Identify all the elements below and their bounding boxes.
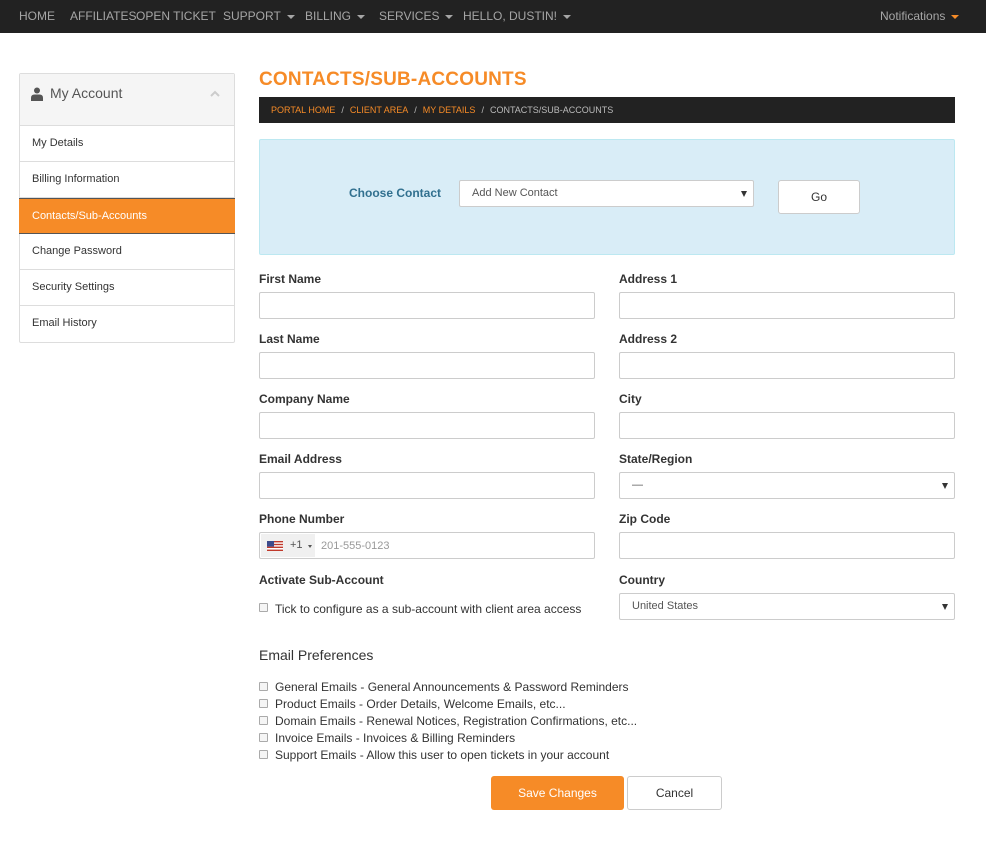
dropdown-arrow-icon bbox=[741, 190, 747, 197]
activate-sub-account-text: Tick to configure as a sub-account with … bbox=[275, 602, 582, 616]
zip-code-label: Zip Code bbox=[619, 512, 671, 526]
address2-label: Address 2 bbox=[619, 332, 678, 346]
nav-user-menu[interactable]: HELLO, DUSTIN! bbox=[463, 0, 572, 33]
breadcrumb-portal-home[interactable]: PORTAL HOME bbox=[271, 105, 335, 115]
top-navbar: HOME AFFILIATES OPEN TICKET SUPPORT BILL… bbox=[0, 0, 986, 33]
phone-number-label: Phone Number bbox=[259, 512, 345, 526]
breadcrumb-separator: / bbox=[481, 105, 484, 115]
general-emails-checkbox[interactable] bbox=[259, 682, 268, 691]
state-region-value: — bbox=[632, 479, 643, 491]
breadcrumb-client-area[interactable]: CLIENT AREA bbox=[350, 105, 408, 115]
general-emails-label: General Emails - General Announcements &… bbox=[275, 680, 629, 694]
company-name-input[interactable] bbox=[259, 412, 595, 439]
phone-number-input[interactable]: +1 201-555-0123 bbox=[259, 532, 595, 559]
product-emails-label: Product Emails - Order Details, Welcome … bbox=[275, 697, 566, 711]
caret-down-icon bbox=[563, 14, 572, 19]
sidebar-title: My Account bbox=[50, 85, 123, 101]
country-select[interactable]: United States bbox=[619, 593, 955, 620]
breadcrumb-my-details[interactable]: MY DETAILS bbox=[423, 105, 476, 115]
choose-contact-value: Add New Contact bbox=[472, 187, 558, 199]
nav-services-label: SERVICES bbox=[379, 9, 440, 23]
page-title: CONTACTS/SUB-ACCOUNTS bbox=[259, 69, 527, 90]
nav-support-label: SUPPORT bbox=[223, 9, 281, 23]
save-changes-button[interactable]: Save Changes bbox=[491, 776, 624, 810]
state-region-label: State/Region bbox=[619, 452, 693, 466]
us-flag-icon bbox=[267, 541, 283, 551]
nav-open-ticket[interactable]: OPEN TICKET bbox=[136, 0, 216, 33]
chevron-up-icon[interactable] bbox=[210, 90, 220, 97]
address1-label: Address 1 bbox=[619, 272, 678, 286]
sidebar-header[interactable]: My Account bbox=[20, 74, 234, 126]
nav-billing[interactable]: BILLING bbox=[305, 0, 366, 33]
caret-down-icon bbox=[951, 14, 960, 19]
breadcrumb-current: CONTACTS/SUB-ACCOUNTS bbox=[489, 105, 614, 115]
nav-notifications-label: Notifications bbox=[880, 9, 946, 23]
go-button[interactable]: Go bbox=[778, 180, 860, 214]
phone-country-code: +1 bbox=[290, 539, 303, 551]
nav-affiliates[interactable]: AFFILIATES bbox=[70, 0, 136, 33]
caret-down-icon bbox=[357, 14, 366, 19]
nav-home[interactable]: HOME bbox=[19, 0, 55, 33]
email-preferences-title: Email Preferences bbox=[259, 647, 374, 663]
domain-emails-label: Domain Emails - Renewal Notices, Registr… bbox=[275, 714, 638, 728]
email-address-label: Email Address bbox=[259, 452, 342, 466]
invoice-emails-label: Invoice Emails - Invoices & Billing Remi… bbox=[275, 731, 516, 745]
cancel-button[interactable]: Cancel bbox=[627, 776, 722, 810]
activate-sub-account-label: Activate Sub-Account bbox=[259, 573, 384, 587]
caret-down-icon bbox=[445, 14, 454, 19]
email-address-input[interactable] bbox=[259, 472, 595, 499]
address1-input[interactable] bbox=[619, 292, 955, 319]
dropdown-arrow-icon bbox=[942, 603, 948, 610]
sidebar-item-contacts[interactable]: Contacts/Sub-Accounts bbox=[19, 198, 235, 234]
breadcrumb-separator: / bbox=[341, 105, 344, 115]
domain-emails-checkbox[interactable] bbox=[259, 716, 268, 725]
product-emails-checkbox[interactable] bbox=[259, 699, 268, 708]
support-emails-checkbox[interactable] bbox=[259, 750, 268, 759]
address2-input[interactable] bbox=[619, 352, 955, 379]
nav-services[interactable]: SERVICES bbox=[379, 0, 454, 33]
first-name-label: First Name bbox=[259, 272, 322, 286]
nav-support[interactable]: SUPPORT bbox=[223, 0, 295, 33]
city-input[interactable] bbox=[619, 412, 955, 439]
zip-code-input[interactable] bbox=[619, 532, 955, 559]
sidebar-item-change-password[interactable]: Change Password bbox=[20, 234, 234, 270]
choose-contact-panel: Choose Contact Add New Contact Go bbox=[259, 139, 955, 255]
phone-placeholder: 201-555-0123 bbox=[321, 540, 390, 552]
support-emails-label: Support Emails - Allow this user to open… bbox=[275, 748, 610, 762]
last-name-label: Last Name bbox=[259, 332, 320, 346]
city-label: City bbox=[619, 392, 642, 406]
activate-sub-account-checkbox[interactable] bbox=[259, 603, 268, 612]
company-name-label: Company Name bbox=[259, 392, 350, 406]
caret-down-icon bbox=[286, 14, 295, 19]
choose-contact-select[interactable]: Add New Contact bbox=[459, 180, 754, 207]
nav-billing-label: BILLING bbox=[305, 9, 352, 23]
state-region-select[interactable]: — bbox=[619, 472, 955, 499]
sidebar-item-email-history[interactable]: Email History bbox=[20, 306, 234, 342]
sidebar-item-security-settings[interactable]: Security Settings bbox=[20, 270, 234, 306]
country-value: United States bbox=[632, 600, 699, 612]
country-code-selector[interactable]: +1 bbox=[261, 534, 315, 557]
first-name-input[interactable] bbox=[259, 292, 595, 319]
caret-down-icon bbox=[308, 545, 312, 548]
sidebar-item-billing-information[interactable]: Billing Information bbox=[20, 162, 234, 198]
last-name-input[interactable] bbox=[259, 352, 595, 379]
dropdown-arrow-icon bbox=[942, 482, 948, 489]
nav-user-label: HELLO, DUSTIN! bbox=[463, 9, 558, 23]
choose-contact-label: Choose Contact bbox=[349, 186, 442, 200]
account-sidebar: My Account My Details Billing Informatio… bbox=[19, 73, 235, 343]
nav-notifications[interactable]: Notifications bbox=[880, 0, 960, 33]
breadcrumb-separator: / bbox=[414, 105, 417, 115]
sidebar-item-my-details[interactable]: My Details bbox=[20, 126, 234, 162]
invoice-emails-checkbox[interactable] bbox=[259, 733, 268, 742]
user-icon bbox=[31, 87, 43, 101]
country-label: Country bbox=[619, 573, 665, 587]
breadcrumb: PORTAL HOME / CLIENT AREA / MY DETAILS / CONTA… bbox=[259, 97, 955, 123]
